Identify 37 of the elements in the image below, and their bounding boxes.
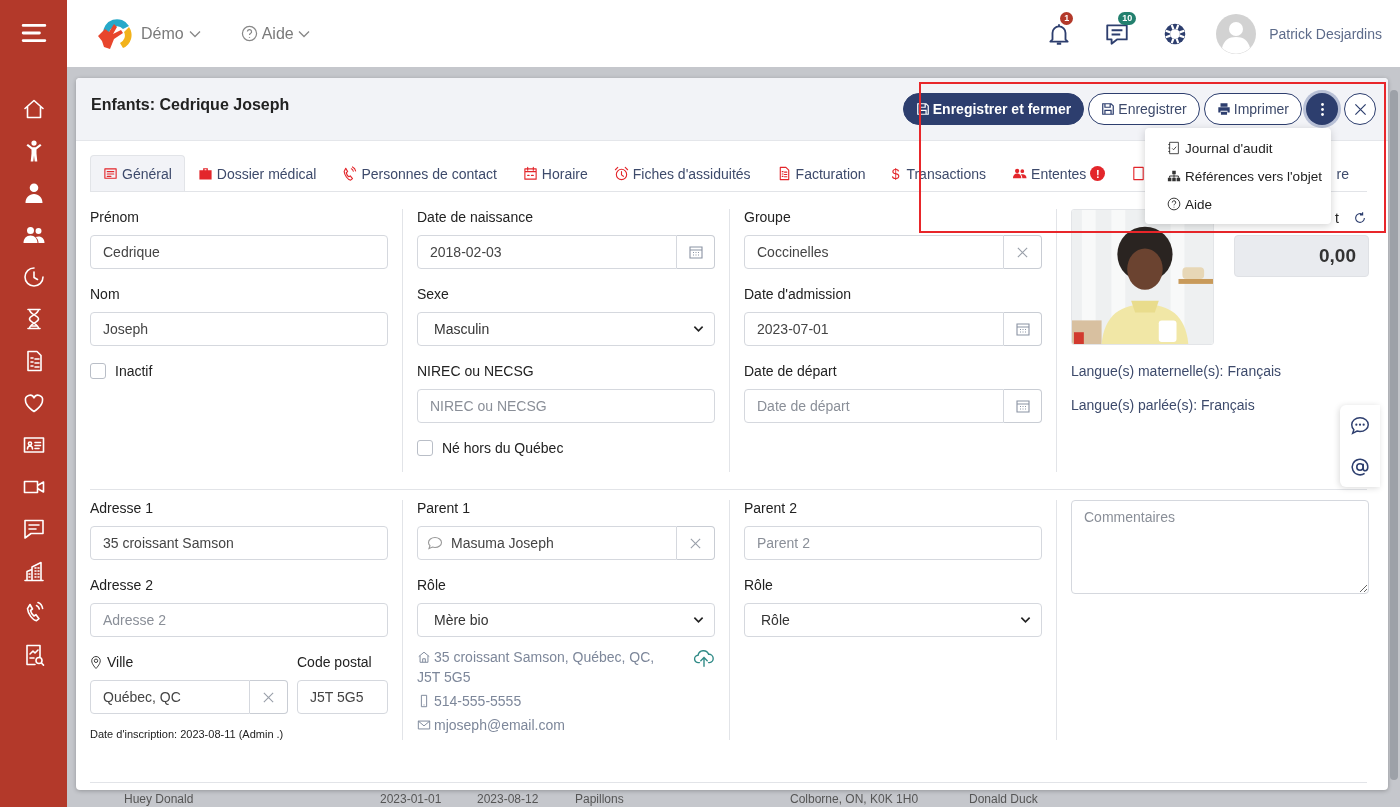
balance-field: 0,00	[1234, 235, 1369, 277]
field-label: Date de naissance	[417, 209, 534, 225]
field-label: Ville	[107, 654, 134, 670]
field-label: Parent 2	[744, 500, 798, 516]
field-label: Rôle	[417, 577, 447, 593]
field-label: Nom	[90, 286, 121, 302]
list-cell: Donald Duck	[969, 792, 1038, 806]
field-label: Code postal	[297, 654, 373, 670]
checkbox-label: Né hors du Québec	[442, 440, 564, 456]
dollar-sign: $	[891, 165, 900, 182]
parent-phone: 514-555-5555	[417, 691, 679, 711]
list-cell: Colborne, ON, K0K 1H0	[790, 792, 919, 806]
field-label: Date de départ	[744, 363, 838, 379]
field-label: Adresse 2	[90, 577, 155, 593]
list-cell: 2023-01-01	[380, 792, 442, 806]
alert-badge: !	[1090, 166, 1106, 181]
registration-note: Date d'inscription: 2023-08-11 (Admin .)	[90, 728, 285, 740]
list-cell: Huey Donald	[124, 792, 194, 806]
checkbox-label: Inactif	[115, 363, 153, 379]
field-label: Prénom	[90, 209, 141, 225]
parent-email: mjoseph@email.com	[417, 715, 679, 735]
balance-label: t	[1335, 210, 1339, 226]
field-label: Rôle	[744, 577, 774, 593]
field-label: Sexe	[417, 286, 450, 302]
list-cell: 2023-08-12	[477, 792, 539, 806]
language-info: Langue(s) parlée(s): Français	[1071, 397, 1256, 413]
parent-address: 35 croissant Samson, Québec, QC, J5T 5G5	[417, 648, 656, 687]
field-label: Groupe	[744, 209, 792, 225]
field-label: NIREC ou NECSG	[417, 363, 535, 379]
language-info: Langue(s) maternelle(s): Français	[1071, 363, 1283, 379]
field-label: Adresse 1	[90, 500, 155, 516]
dialog-title: Enfants: Cedrique Joseph	[91, 96, 290, 114]
field-label: Parent 1	[417, 500, 471, 516]
field-label: Date d'admission	[744, 286, 852, 302]
list-cell: Papillons	[575, 792, 624, 806]
notification-badge: 1	[1060, 11, 1074, 25]
message-badge: 10	[1118, 11, 1137, 25]
